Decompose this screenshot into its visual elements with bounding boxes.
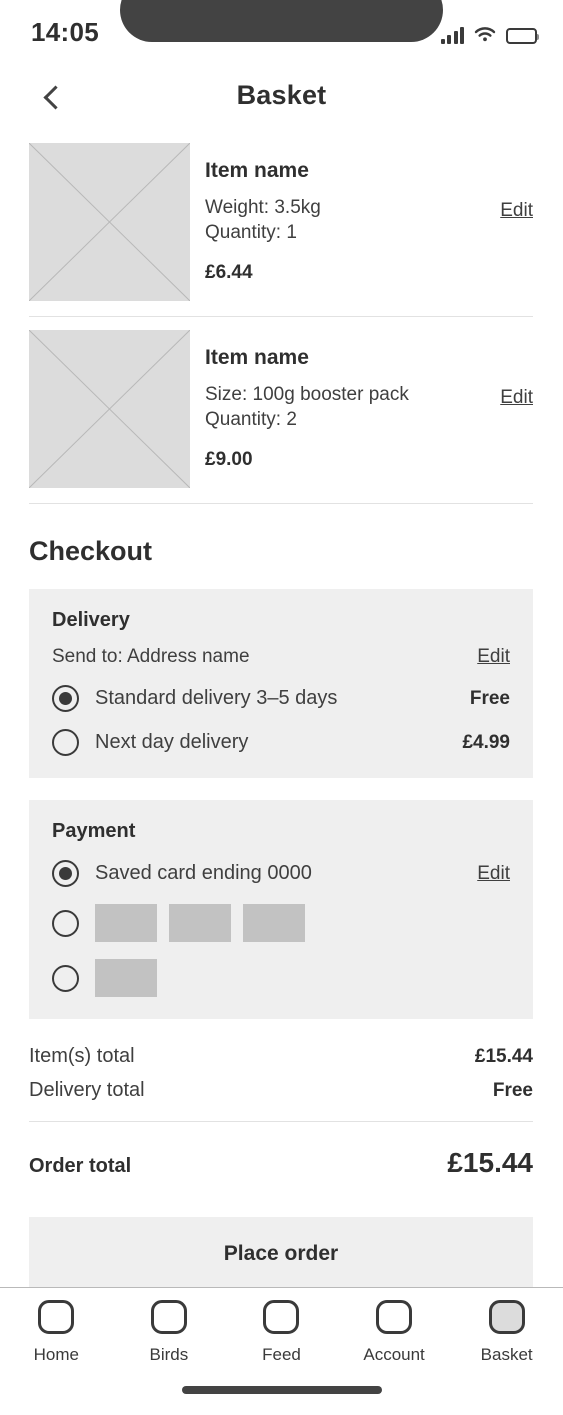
delivery-option-label: Standard delivery 3–5 days: [95, 687, 338, 709]
tab-home[interactable]: Home: [0, 1300, 113, 1384]
scroll-content: Item name Weight: 3.5kg Quantity: 1 £6.4…: [0, 130, 563, 1291]
payment-logo-placeholder: [95, 959, 157, 997]
edit-address-link[interactable]: Edit: [477, 646, 510, 668]
payment-logo-placeholders: [79, 904, 305, 942]
radio-unselected-icon[interactable]: [52, 909, 79, 937]
bottom-tab-bar: Home Birds Feed Account Basket: [0, 1287, 563, 1415]
payment-title: Payment: [52, 820, 136, 842]
basket-item-row: Item name Size: 100g booster pack Quanti…: [0, 317, 563, 488]
items-total-row: Item(s) total £15.44: [29, 1045, 533, 1079]
item-name: Item name: [205, 159, 309, 182]
tab-label: Basket: [480, 1345, 533, 1364]
payment-option-alt-2[interactable]: [52, 959, 510, 997]
delivery-option-price: Free: [469, 687, 510, 709]
payment-logo-placeholders: [79, 959, 157, 997]
basket-checkout-screen: 14:05 Basket Item name Weight: 3.5kg Qua…: [0, 0, 563, 1415]
payment-option-label: Saved card ending 0000: [95, 862, 312, 884]
tab-basket[interactable]: Basket: [450, 1300, 563, 1384]
edit-item-link[interactable]: Edit: [500, 387, 533, 409]
tab-label: Account: [363, 1345, 425, 1364]
delivery-total-label: Delivery total: [29, 1079, 145, 1101]
items-total-value: £15.44: [474, 1046, 533, 1067]
wifi-icon: [473, 26, 497, 44]
items-total-label: Item(s) total: [29, 1045, 135, 1067]
edit-item-link[interactable]: Edit: [500, 200, 533, 222]
radio-selected-icon[interactable]: [52, 860, 79, 887]
account-icon: [376, 1300, 413, 1334]
item-details: Item name Size: 100g booster pack Quanti…: [190, 330, 533, 488]
delivery-option-price: £4.99: [462, 731, 510, 753]
page-title: Basket: [236, 80, 327, 110]
cellular-signal-icon: [440, 26, 464, 44]
checkout-heading: Checkout: [29, 536, 153, 566]
item-image-placeholder: [29, 330, 190, 488]
item-name: Item name: [205, 346, 309, 369]
payment-logo-placeholder: [243, 904, 305, 942]
battery-full-icon: [506, 28, 539, 44]
delivery-total-value: Free: [492, 1080, 533, 1101]
basket-icon: [488, 1300, 525, 1334]
send-to-row: Send to: Address name Edit: [52, 632, 510, 668]
item-attribute: Size: 100g booster pack: [205, 384, 409, 405]
payment-option-saved-card[interactable]: Saved card ending 0000 Edit: [52, 860, 510, 887]
delivery-panel: Delivery Send to: Address name Edit Stan…: [29, 589, 533, 778]
basket-item-row: Item name Weight: 3.5kg Quantity: 1 £6.4…: [0, 130, 563, 301]
item-price: £6.44: [205, 261, 253, 283]
item-quantity: Quantity: 1: [205, 222, 297, 244]
order-total-value: £15.44: [447, 1147, 533, 1178]
tab-label: Home: [33, 1345, 79, 1364]
tab-label: Feed: [262, 1345, 301, 1364]
tab-birds[interactable]: Birds: [113, 1300, 226, 1384]
payment-panel: Payment Saved card ending 0000 Edit: [29, 800, 533, 1019]
send-to-address: Send to: Address name: [52, 646, 250, 667]
payment-logo-placeholder: [169, 904, 231, 942]
navigation-header: Basket: [0, 62, 563, 130]
feed-icon: [263, 1300, 300, 1334]
edit-payment-link[interactable]: Edit: [477, 863, 510, 885]
status-icons: [440, 22, 539, 44]
totals-section: Item(s) total £15.44 Delivery total Free…: [0, 1019, 563, 1179]
radio-unselected-icon[interactable]: [52, 729, 79, 756]
item-price: £9.00: [205, 448, 253, 470]
item-image-placeholder: [29, 143, 190, 301]
dynamic-island: [120, 0, 443, 42]
item-attribute: Weight: 3.5kg: [205, 197, 321, 218]
item-details: Item name Weight: 3.5kg Quantity: 1 £6.4…: [190, 143, 533, 301]
delivery-option-standard[interactable]: Standard delivery 3–5 days Free: [52, 685, 510, 712]
payment-logo-placeholder: [95, 904, 157, 942]
place-order-button[interactable]: Place order: [29, 1217, 533, 1291]
radio-selected-icon[interactable]: [52, 685, 79, 712]
home-icon: [38, 1300, 75, 1334]
home-indicator: [181, 1386, 382, 1394]
delivery-option-next-day[interactable]: Next day delivery £4.99: [52, 729, 510, 756]
order-total-label: Order total: [29, 1155, 132, 1177]
delivery-title: Delivery: [52, 609, 130, 631]
birds-icon: [150, 1300, 187, 1334]
delivery-total-row: Delivery total Free: [29, 1079, 533, 1113]
tab-label: Birds: [149, 1345, 189, 1364]
tab-feed[interactable]: Feed: [225, 1300, 338, 1384]
tab-account[interactable]: Account: [338, 1300, 451, 1384]
radio-unselected-icon[interactable]: [52, 964, 79, 992]
status-bar: 14:05: [0, 0, 563, 62]
payment-option-alt-1[interactable]: [52, 904, 510, 942]
item-quantity: Quantity: 2: [205, 409, 297, 431]
order-total-row: Order total £15.44: [29, 1122, 533, 1179]
status-time: 14:05: [31, 17, 99, 47]
delivery-option-label: Next day delivery: [95, 731, 249, 753]
